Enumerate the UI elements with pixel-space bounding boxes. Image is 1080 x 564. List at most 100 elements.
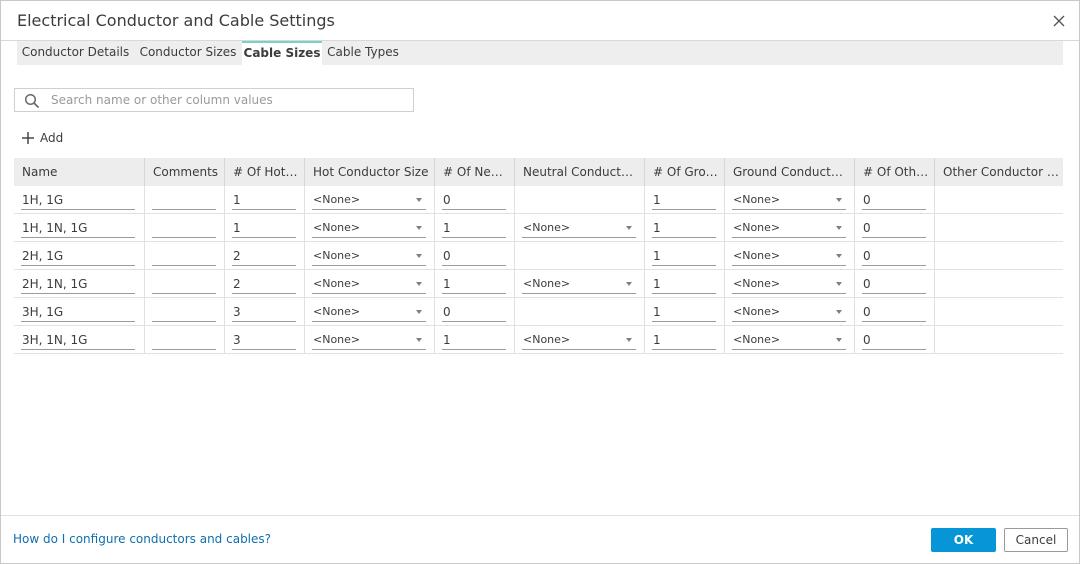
- table-row[interactable]: 2H, 1G 2 <None> 0 1 <None> 0: [14, 242, 1063, 270]
- ground-size-dropdown[interactable]: <None>: [732, 330, 846, 350]
- cell-ground-size: <None>: [725, 270, 855, 298]
- neutral-size-dropdown[interactable]: <None>: [522, 274, 636, 294]
- tab-cable-sizes[interactable]: Cable Sizes: [242, 41, 322, 65]
- dropdown-value: <None>: [733, 221, 781, 234]
- ground-count-input[interactable]: 1: [652, 246, 716, 266]
- ground-count-input[interactable]: 1: [652, 274, 716, 294]
- ground-size-dropdown[interactable]: <None>: [732, 302, 846, 322]
- cell-name: 2H, 1N, 1G: [14, 270, 145, 298]
- comments-input[interactable]: [152, 190, 216, 210]
- column-header-other-count[interactable]: # Of Othe...: [855, 158, 935, 186]
- tab-conductor-sizes[interactable]: Conductor Sizes: [134, 41, 242, 65]
- table-row[interactable]: 1H, 1G 1 <None> 0 1 <None> 0: [14, 186, 1063, 214]
- other-count-input[interactable]: 0: [862, 218, 926, 238]
- neutral-count-input[interactable]: 0: [442, 302, 506, 322]
- cell-neutral-size: <None>: [515, 214, 645, 242]
- neutral-count-input[interactable]: 1: [442, 274, 506, 294]
- table-row[interactable]: 3H, 1N, 1G 3 <None> 1 <None> 1 <None> 0: [14, 326, 1063, 354]
- comments-input[interactable]: [152, 246, 216, 266]
- column-header-name[interactable]: Name: [14, 158, 145, 186]
- column-header-comments[interactable]: Comments: [145, 158, 225, 186]
- column-header-hot-size[interactable]: Hot Conductor Size: [305, 158, 435, 186]
- hot-count-input[interactable]: 1: [232, 218, 296, 238]
- other-count-input[interactable]: 0: [862, 302, 926, 322]
- comments-input[interactable]: [152, 274, 216, 294]
- hot-size-dropdown[interactable]: <None>: [312, 330, 426, 350]
- dropdown-value: <None>: [313, 333, 361, 346]
- search-box[interactable]: [14, 88, 414, 112]
- column-header-hot-count[interactable]: # Of Hot C...: [225, 158, 305, 186]
- cancel-button[interactable]: Cancel: [1004, 528, 1068, 552]
- cell-neutral-count: 0: [435, 186, 515, 214]
- table-row[interactable]: 3H, 1G 3 <None> 0 1 <None> 0: [14, 298, 1063, 326]
- hot-size-dropdown[interactable]: <None>: [312, 302, 426, 322]
- neutral-size-dropdown[interactable]: <None>: [522, 218, 636, 238]
- name-input[interactable]: 3H, 1N, 1G: [21, 330, 135, 350]
- hot-size-dropdown[interactable]: <None>: [312, 246, 426, 266]
- chevron-down-icon: [416, 254, 422, 258]
- column-header-neutral-count[interactable]: # Of Neut...: [435, 158, 515, 186]
- hot-size-dropdown[interactable]: <None>: [312, 190, 426, 210]
- ground-size-dropdown[interactable]: <None>: [732, 274, 846, 294]
- ground-count-input[interactable]: 1: [652, 218, 716, 238]
- other-count-input[interactable]: 0: [862, 330, 926, 350]
- column-header-ground-size[interactable]: Ground Conductor ...: [725, 158, 855, 186]
- table-row[interactable]: 1H, 1N, 1G 1 <None> 1 <None> 1 <None> 0: [14, 214, 1063, 242]
- ground-count-input[interactable]: 1: [652, 190, 716, 210]
- search-input[interactable]: [51, 91, 411, 109]
- hot-count-input[interactable]: 1: [232, 190, 296, 210]
- hot-size-dropdown[interactable]: <None>: [312, 218, 426, 238]
- hot-count-input[interactable]: 2: [232, 274, 296, 294]
- ok-button[interactable]: OK: [931, 528, 996, 552]
- cell-neutral-size: <None>: [515, 270, 645, 298]
- dropdown-value: <None>: [733, 305, 781, 318]
- ground-count-input[interactable]: 1: [652, 330, 716, 350]
- cell-ground-count: 1: [645, 298, 725, 326]
- hot-count-input[interactable]: 2: [232, 246, 296, 266]
- dropdown-value: <None>: [733, 333, 781, 346]
- neutral-count-input[interactable]: 0: [442, 246, 506, 266]
- name-input[interactable]: 2H, 1N, 1G: [21, 274, 135, 294]
- cell-ground-size: <None>: [725, 298, 855, 326]
- cell-hot-count: 2: [225, 270, 305, 298]
- table-row[interactable]: 2H, 1N, 1G 2 <None> 1 <None> 1 <None> 0: [14, 270, 1063, 298]
- neutral-count-input[interactable]: 1: [442, 330, 506, 350]
- ground-size-dropdown[interactable]: <None>: [732, 190, 846, 210]
- comments-input[interactable]: [152, 218, 216, 238]
- neutral-count-input[interactable]: 0: [442, 190, 506, 210]
- column-header-other-size[interactable]: Other Conductor Si...: [935, 158, 1063, 186]
- hot-size-dropdown[interactable]: <None>: [312, 274, 426, 294]
- comments-input[interactable]: [152, 302, 216, 322]
- close-button[interactable]: [1051, 13, 1067, 29]
- neutral-size-dropdown[interactable]: <None>: [522, 330, 636, 350]
- ground-size-dropdown[interactable]: <None>: [732, 246, 846, 266]
- name-input[interactable]: 3H, 1G: [21, 302, 135, 322]
- hot-count-input[interactable]: 3: [232, 302, 296, 322]
- add-button-label: Add: [40, 131, 64, 145]
- other-count-input[interactable]: 0: [862, 190, 926, 210]
- cell-other-size: [935, 326, 1063, 354]
- tab-cable-types[interactable]: Cable Types: [322, 41, 404, 65]
- neutral-count-input[interactable]: 1: [442, 218, 506, 238]
- cell-ground-count: 1: [645, 214, 725, 242]
- ground-size-dropdown[interactable]: <None>: [732, 218, 846, 238]
- other-count-input[interactable]: 0: [862, 246, 926, 266]
- column-header-neutral-size[interactable]: Neutral Conductor ...: [515, 158, 645, 186]
- cell-ground-count: 1: [645, 186, 725, 214]
- name-input[interactable]: 1H, 1G: [21, 190, 135, 210]
- cell-hot-count: 3: [225, 298, 305, 326]
- add-button[interactable]: Add: [21, 129, 63, 147]
- tab-conductor-details[interactable]: Conductor Details: [17, 41, 134, 65]
- cell-name: 1H, 1G: [14, 186, 145, 214]
- comments-input[interactable]: [152, 330, 216, 350]
- name-input[interactable]: 2H, 1G: [21, 246, 135, 266]
- cell-hot-size: <None>: [305, 326, 435, 354]
- cell-ground-count: 1: [645, 326, 725, 354]
- name-input[interactable]: 1H, 1N, 1G: [21, 218, 135, 238]
- cell-other-size: [935, 298, 1063, 326]
- other-count-input[interactable]: 0: [862, 274, 926, 294]
- hot-count-input[interactable]: 3: [232, 330, 296, 350]
- help-link[interactable]: How do I configure conductors and cables…: [13, 532, 271, 546]
- ground-count-input[interactable]: 1: [652, 302, 716, 322]
- column-header-ground-count[interactable]: # Of Grou...: [645, 158, 725, 186]
